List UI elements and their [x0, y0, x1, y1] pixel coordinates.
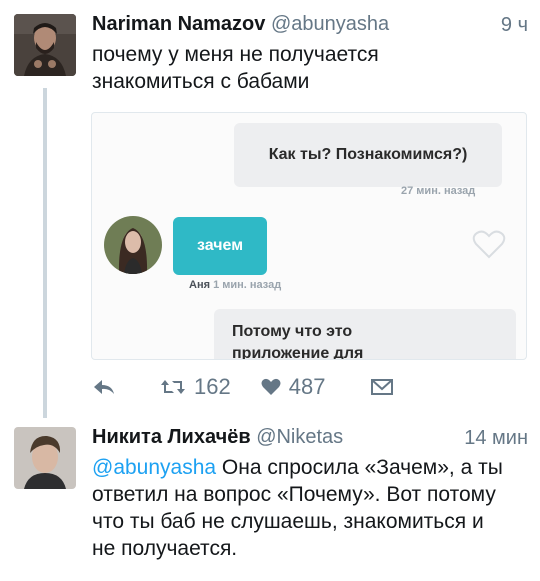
author-name[interactable]: Никита Лихачёв [92, 426, 251, 448]
reply-button[interactable] [92, 377, 120, 397]
chat-avatar-anya [104, 216, 162, 274]
chat-message-incoming-time: 1 мин. назад [213, 279, 282, 291]
chat-sender-name: Аня [189, 279, 211, 291]
author-handle[interactable]: @abunyasha [271, 13, 389, 35]
chat-message-incoming-text: зачем [196, 237, 244, 254]
tweet-2-author[interactable]: Никита Лихачёв @Niketas [92, 426, 343, 449]
like-button[interactable]: 487 [261, 374, 326, 400]
tweet-1-actions: 162 487 [92, 372, 394, 402]
chat-message-outgoing-2-line-2: приложение для [232, 345, 364, 360]
tweet-1-text-line-2: знакомиться с бабами [92, 70, 310, 93]
chat-message-outgoing-2: Потому что это приложение для [214, 309, 516, 360]
like-count: 487 [288, 374, 326, 399]
chat-message-incoming-meta: Аня 1 мин. назад [189, 279, 281, 291]
tweet-2-text-line-2: ответил на вопрос «Почему». Вот потому [92, 483, 496, 506]
avatar-nikita-image [14, 427, 76, 489]
author-handle[interactable]: @Niketas [256, 426, 343, 448]
thread-connector-line [43, 88, 47, 418]
direct-message-button[interactable] [371, 378, 394, 396]
heart-icon [261, 378, 281, 395]
avatar-nariman-image [14, 14, 76, 76]
heart-outline-icon [472, 229, 506, 264]
avatar-nikita[interactable] [14, 427, 76, 489]
mention-link[interactable]: @abunyasha [92, 456, 216, 479]
chat-message-outgoing-text: Как ты? Познакомимся?) [268, 146, 468, 163]
retweet-count: 162 [194, 374, 231, 399]
envelope-icon [371, 379, 394, 395]
tweet-1-time[interactable]: 9 ч [501, 14, 528, 37]
chat-message-incoming: зачем [173, 217, 267, 275]
retweet-icon [161, 380, 185, 394]
reply-icon [94, 380, 114, 394]
chat-message-outgoing-2-line-1: Потому что это [232, 323, 353, 340]
chat-message-outgoing: Как ты? Познакомимся?) [234, 123, 502, 187]
chat-message-outgoing-time: 27 мин. назад [401, 185, 476, 197]
tweet-1-text: почему у меня не получается знакомиться … [92, 41, 512, 95]
tweet-1-media[interactable]: Как ты? Познакомимся?) 27 мин. назад зач… [91, 112, 527, 360]
tweet-2-text-line-1: @abunyasha Она спросила «Зачем», а ты [92, 454, 532, 481]
tweet-1-author[interactable]: Nariman Namazov @abunyasha [92, 13, 389, 36]
tweet-2-text-line-4: не получается. [92, 537, 238, 560]
author-name[interactable]: Nariman Namazov [92, 13, 265, 35]
tweet-2-time[interactable]: 14 мин [464, 427, 528, 450]
tweet-1-text-line-1: почему у меня не получается [92, 43, 379, 66]
chat-avatar-anya-image [104, 216, 162, 274]
tweet-2-text: @abunyasha Она спросила «Зачем», а ты от… [92, 454, 532, 562]
retweet-button[interactable]: 162 [160, 374, 231, 400]
tweet-2-text-line-1-rest: Она спросила «Зачем», а ты [216, 456, 503, 479]
tweet-2-text-line-3: что ты баб не слушаешь, знакомиться и [92, 510, 484, 533]
avatar-nariman[interactable] [14, 14, 76, 76]
